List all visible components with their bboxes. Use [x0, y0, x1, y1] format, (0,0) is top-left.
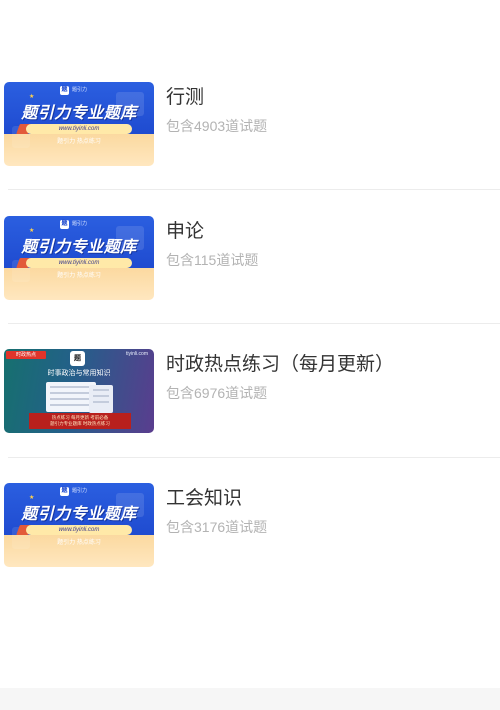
course-info: 行测 包含4903道试题 — [166, 82, 267, 133]
brand-logo-text: 题引力 — [72, 220, 88, 227]
brand-logo-icon: 题 — [60, 85, 69, 95]
question-count: 包含115道试题 — [166, 252, 259, 268]
brand-logo-icon: 题 — [70, 351, 85, 366]
course-item-current-affairs[interactable]: 时政热点 题 tiyinli.com 时事政治与常用知识 热点练习 每月更新 考… — [4, 349, 500, 433]
thumbnail-tagline: 题引力 热点练习 — [57, 139, 101, 145]
course-info: 时政热点练习（每月更新） 包含6976道试题 — [166, 349, 394, 400]
course-thumbnail[interactable]: 题 题引力 ★ 题引力专业题库 www.tiyinli.com 题引力 热点练习 — [4, 483, 154, 567]
course-title: 申论 — [166, 221, 205, 242]
course-thumbnail[interactable]: 时政热点 题 tiyinli.com 时事政治与常用知识 热点练习 每月更新 考… — [4, 349, 154, 433]
brand-logo: 题 题引力 — [60, 219, 87, 229]
thumbnail-tagline: 题引力 热点练习 — [57, 540, 101, 546]
brand-logo-text: 题引力 — [72, 487, 88, 494]
thumbnail-badge-text: 时政热点 — [15, 351, 36, 358]
course-thumbnail[interactable]: 题 题引力 ★ 题引力专业题库 www.tiyinli.com 题引力 热点练习 — [4, 216, 154, 300]
thumbnail-badge: 时政热点 — [6, 351, 46, 359]
thumbnail-tagline: 题引力 热点练习 — [57, 273, 101, 279]
screenshot-preview — [89, 385, 113, 413]
thumbnail-url-bar: www.tiyinli.com — [26, 525, 132, 535]
brand-logo-icon: 题 — [60, 219, 69, 229]
thumbnail-footer-line: 热点练习 每月更新 考前必备 — [51, 414, 109, 420]
course-title: 时政热点练习（每月更新） — [166, 354, 395, 375]
divider — [8, 457, 500, 458]
thumbnail-title: 题引力专业题库 — [21, 506, 137, 523]
question-count: 包含3176道试题 — [166, 519, 268, 535]
course-thumbnail[interactable]: 题 题引力 ★ 题引力专业题库 www.tiyinli.com 题引力 热点练习 — [4, 82, 154, 166]
question-count: 包含4903道试题 — [166, 118, 268, 134]
thumbnail-title: 题引力专业题库 — [21, 105, 137, 122]
brand-logo-icon: 题 — [60, 486, 69, 496]
thumbnail-headline: 时事政治与常用知识 — [47, 370, 111, 377]
thumbnail-site: tiyinli.com — [126, 351, 148, 357]
thumbnail-url: www.tiyinli.com — [58, 126, 100, 132]
course-title: 行测 — [166, 87, 205, 108]
brand-logo: 题 题引力 — [60, 486, 87, 496]
course-title: 工会知识 — [166, 488, 243, 509]
thumbnail-title: 题引力专业题库 — [21, 239, 137, 256]
thumbnail-url: www.tiyinli.com — [58, 527, 100, 533]
divider — [8, 323, 500, 324]
bottom-bar — [0, 688, 500, 710]
course-item-union-knowledge[interactable]: 题 题引力 ★ 题引力专业题库 www.tiyinli.com 题引力 热点练习… — [4, 483, 500, 567]
brand-logo: 题 题引力 — [60, 85, 87, 95]
thumbnail-footer-line: 题引力专业题库 时政热点练习 — [50, 421, 110, 426]
thumbnail-url-bar: www.tiyinli.com — [26, 124, 132, 134]
thumbnail-footer: 热点练习 每月更新 考前必备 题引力专业题库 时政热点练习 — [29, 413, 131, 429]
thumbnail-url: www.tiyinli.com — [58, 260, 100, 266]
course-item-shenlun[interactable]: 题 题引力 ★ 题引力专业题库 www.tiyinli.com 题引力 热点练习… — [4, 216, 500, 300]
divider — [8, 189, 500, 190]
brand-logo-text: 题引力 — [72, 86, 88, 93]
question-count: 包含6976道试题 — [166, 385, 268, 401]
course-info: 申论 包含115道试题 — [166, 216, 258, 267]
course-item-xingce[interactable]: 题 题引力 ★ 题引力专业题库 www.tiyinli.com 题引力 热点练习… — [4, 82, 500, 166]
thumbnail-url-bar: www.tiyinli.com — [26, 258, 132, 268]
course-info: 工会知识 包含3176道试题 — [166, 483, 267, 534]
